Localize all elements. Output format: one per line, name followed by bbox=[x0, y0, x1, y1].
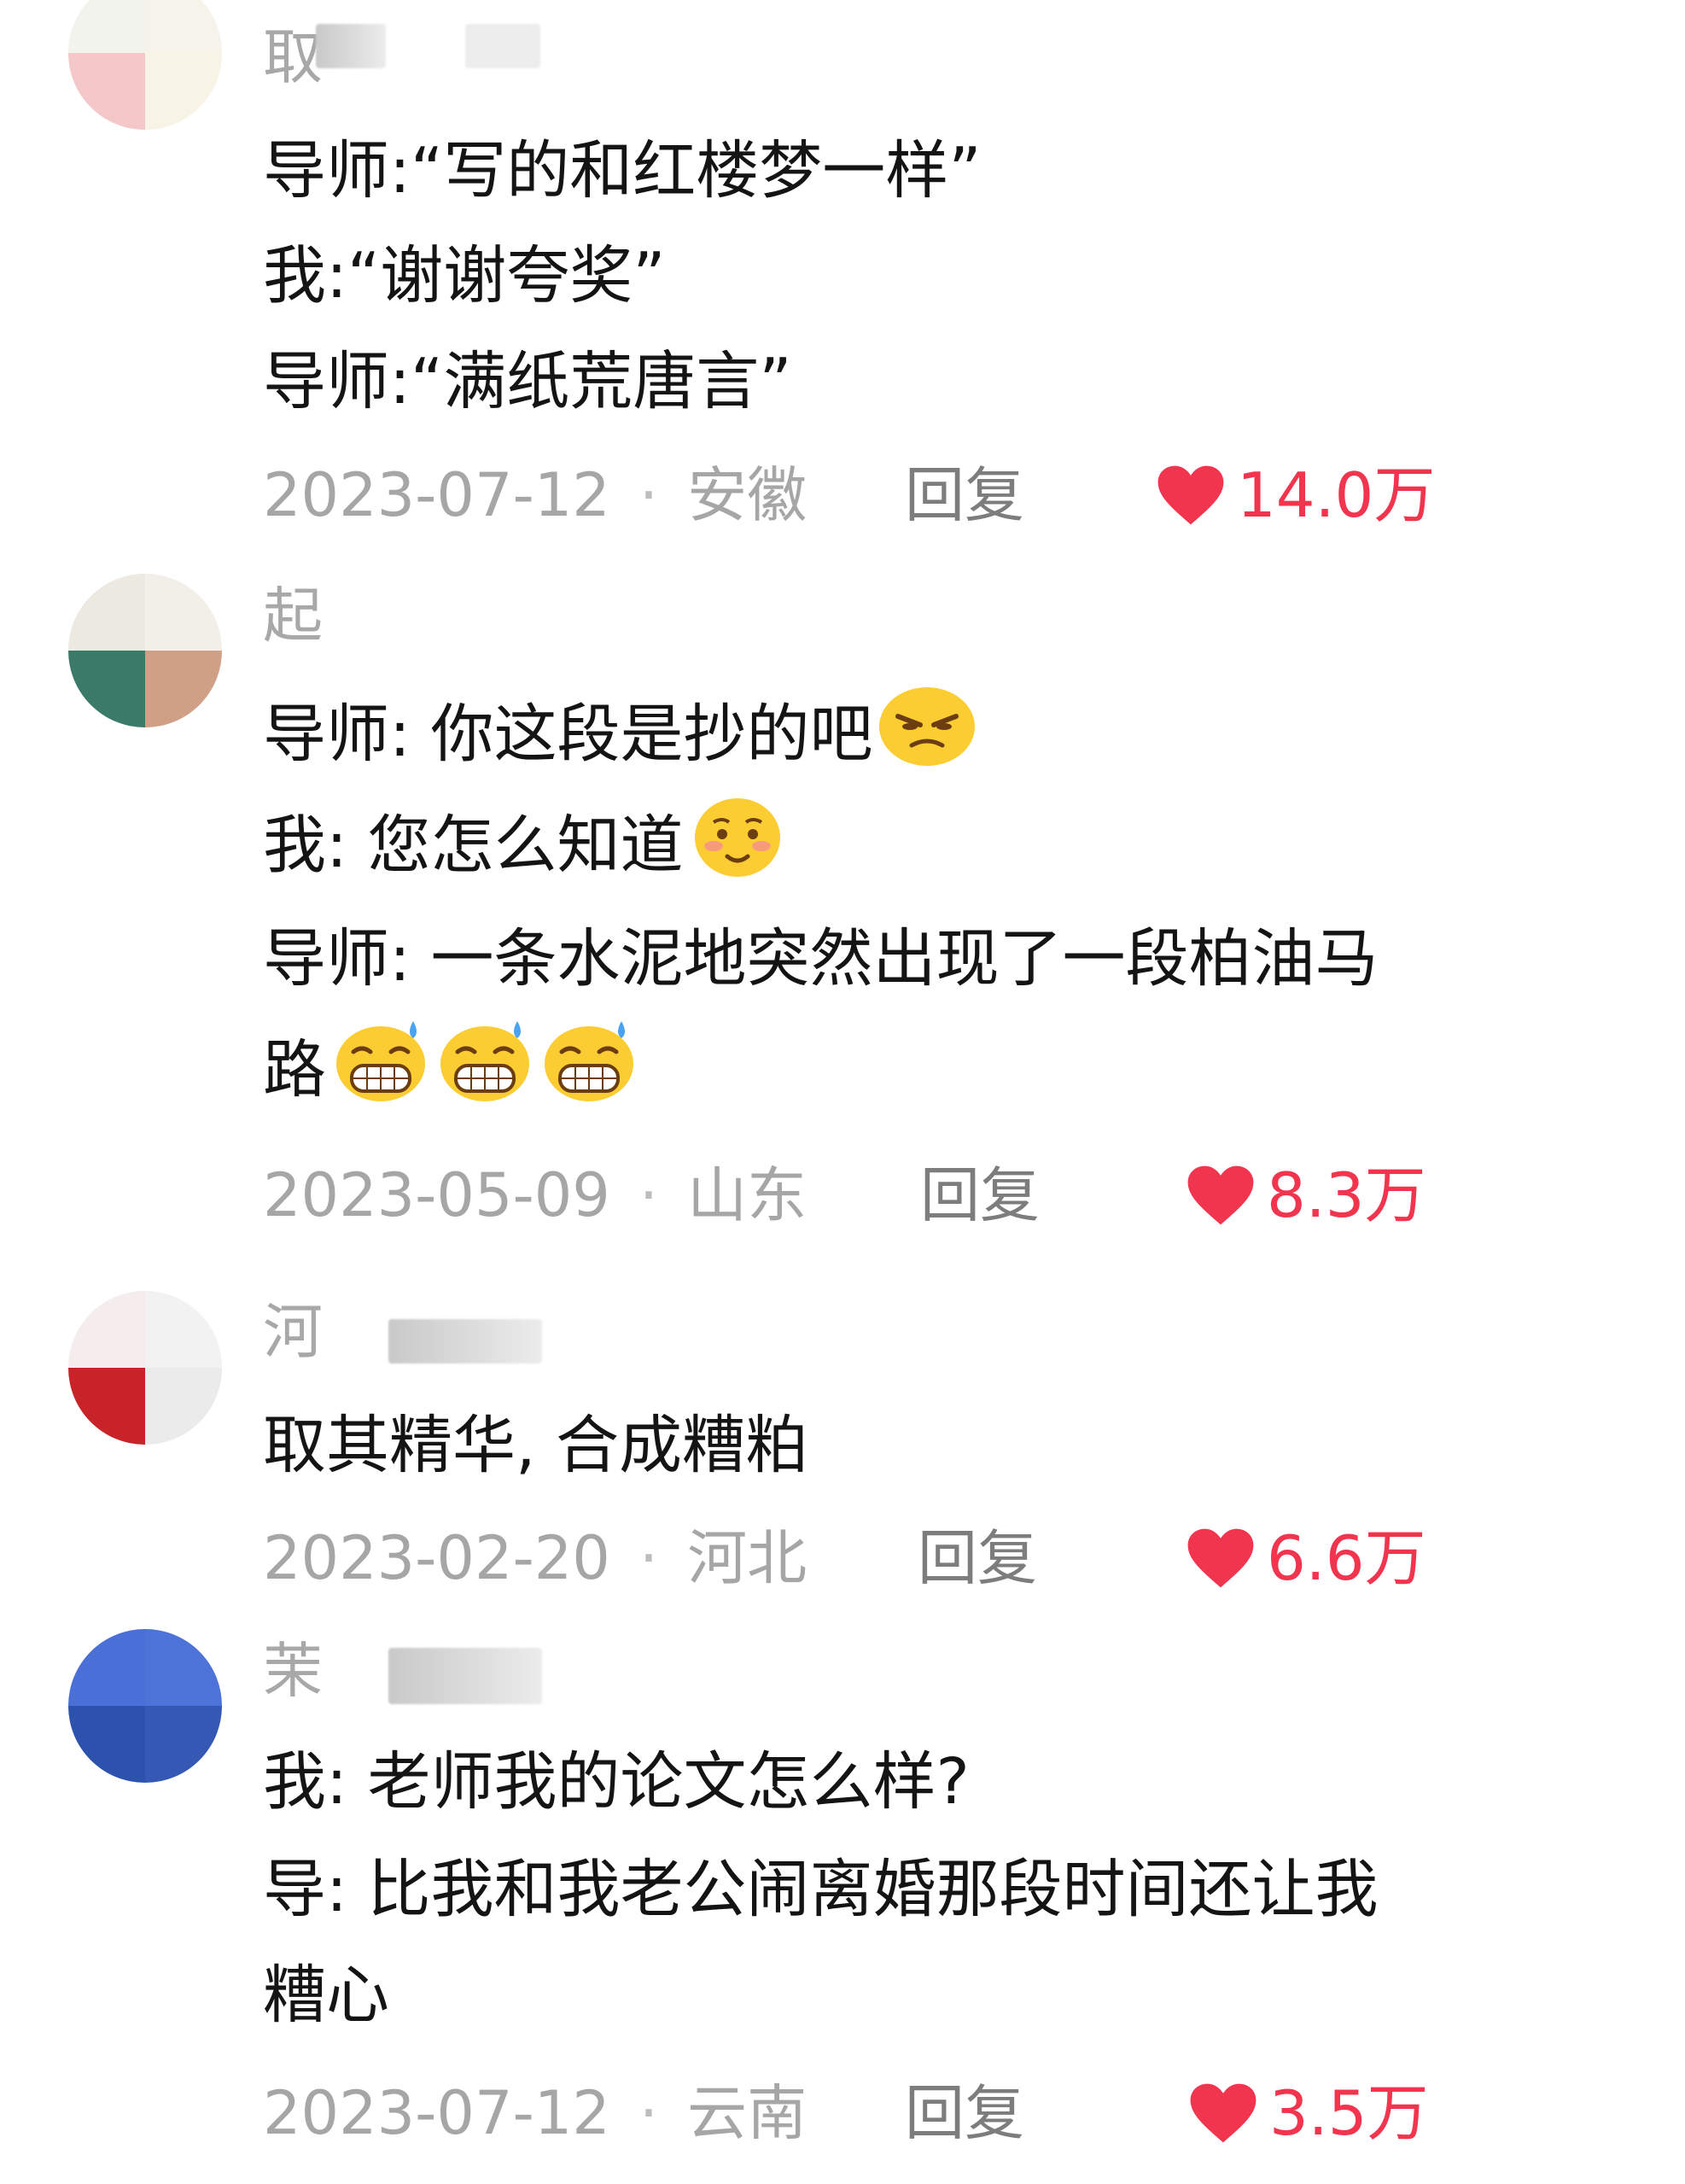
avatar[interactable] bbox=[68, 1629, 222, 1783]
comment-location: 云南 bbox=[687, 2078, 808, 2148]
blurred-username bbox=[388, 1319, 542, 1364]
blurred-username bbox=[465, 24, 540, 68]
like-button[interactable]: 6.6万 bbox=[1186, 1515, 1426, 1601]
comment-line: 导师: 你这段是抄的吧 bbox=[263, 698, 873, 771]
comment-text: 路 bbox=[263, 1014, 638, 1125]
like-button[interactable]: 14.0万 bbox=[1157, 453, 1435, 538]
comment-meta: 2023-07-12 · 安徽 bbox=[263, 453, 807, 538]
comment-text: 糟心 bbox=[263, 1959, 389, 2032]
username[interactable]: 起 bbox=[263, 577, 323, 654]
comment-text: 导师: 一条水泥地突然出现了一段柏油马 bbox=[263, 922, 1379, 996]
comment-meta: 2023-02-20 · 河北 bbox=[263, 1515, 807, 1601]
sweat-grin-emoji bbox=[545, 1021, 633, 1101]
comment-date: 2023-07-12 bbox=[263, 460, 610, 530]
username[interactable]: 河 bbox=[263, 1293, 323, 1370]
username[interactable]: 茉 bbox=[263, 1632, 323, 1709]
reply-button[interactable]: 回复 bbox=[918, 1515, 1037, 1601]
like-count: 3.5万 bbox=[1269, 2077, 1429, 2149]
comment-line: 路 bbox=[263, 1033, 326, 1107]
reply-button[interactable]: 回复 bbox=[905, 2070, 1024, 2156]
sweat-grin-emoji bbox=[336, 1021, 425, 1101]
comment-location: 安徽 bbox=[687, 460, 808, 530]
like-count: 14.0万 bbox=[1237, 459, 1436, 531]
username[interactable]: 取 bbox=[263, 19, 323, 96]
like-count: 6.6万 bbox=[1267, 1522, 1426, 1594]
comment-text: 我: 老师我的论文怎么样? bbox=[263, 1745, 970, 1819]
comment-meta: 2023-05-09 · 山东 bbox=[263, 1153, 807, 1238]
separator-dot: · bbox=[638, 1523, 659, 1593]
like-count: 8.3万 bbox=[1267, 1159, 1426, 1231]
avatar[interactable] bbox=[68, 574, 222, 727]
sweat-grin-emoji bbox=[440, 1021, 529, 1101]
blurred-username bbox=[388, 1648, 542, 1704]
comment-text: 导师:“满纸荒唐言” bbox=[263, 345, 792, 418]
comment-text: 导: 比我和我老公闹离婚那段时间还让我 bbox=[263, 1853, 1379, 1926]
heart-icon bbox=[1187, 1165, 1254, 1225]
shy-smile-emoji bbox=[695, 798, 781, 877]
comment-line: 我: 您怎么知道 bbox=[263, 809, 684, 882]
comment-text: 导师:“写的和红楼梦一样” bbox=[263, 134, 982, 207]
separator-dot: · bbox=[638, 1160, 659, 1230]
comment-date: 2023-02-20 bbox=[263, 1523, 610, 1593]
avatar[interactable] bbox=[68, 0, 222, 130]
comment-text: 我:“谢谢夸奖” bbox=[263, 239, 666, 312]
reply-button[interactable]: 回复 bbox=[905, 453, 1024, 538]
comment-text: 导师: 你这段是抄的吧 bbox=[263, 679, 977, 790]
comment-location: 山东 bbox=[687, 1160, 808, 1230]
separator-dot: · bbox=[638, 460, 659, 530]
comment-date: 2023-07-12 bbox=[263, 2078, 610, 2148]
like-button[interactable]: 3.5万 bbox=[1189, 2070, 1429, 2156]
heart-icon bbox=[1187, 1528, 1254, 1588]
comment-location: 河北 bbox=[687, 1523, 808, 1593]
comment-date: 2023-05-09 bbox=[263, 1160, 610, 1230]
like-button[interactable]: 8.3万 bbox=[1186, 1153, 1426, 1238]
heart-icon bbox=[1190, 2083, 1256, 2143]
comment-text: 我: 您怎么知道 bbox=[263, 790, 787, 901]
comment-meta: 2023-07-12 · 云南 bbox=[263, 2070, 807, 2156]
reply-button[interactable]: 回复 bbox=[920, 1153, 1040, 1238]
blurred-username bbox=[316, 24, 386, 68]
smirk-emoji bbox=[879, 687, 976, 766]
comment-text: 取其精华, 合成糟粕 bbox=[263, 1409, 809, 1482]
heart-icon bbox=[1157, 465, 1224, 525]
avatar[interactable] bbox=[68, 1291, 222, 1445]
separator-dot: · bbox=[638, 2078, 659, 2148]
